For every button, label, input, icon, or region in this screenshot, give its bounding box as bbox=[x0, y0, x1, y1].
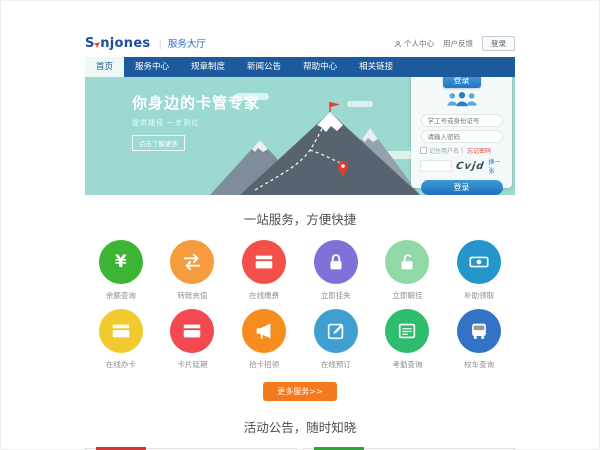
bus-icon bbox=[457, 309, 501, 353]
hero-cta-button[interactable]: 点击了解更多 bbox=[132, 135, 185, 151]
service-item-apply-card[interactable]: 在线办卡 bbox=[85, 309, 157, 370]
services-title: 一站服务，方便快捷 bbox=[85, 209, 515, 228]
banknote-icon bbox=[457, 240, 501, 284]
main-nav: 首页 服务中心 规章制度 新闻公告 帮助中心 相关链接 bbox=[85, 57, 515, 77]
service-item-report-loss[interactable]: 立即挂失 bbox=[300, 240, 372, 301]
captcha-image[interactable]: Cvjd bbox=[455, 161, 485, 172]
left-ribbon-tab[interactable]: 使用指南 bbox=[96, 447, 146, 450]
person-icon bbox=[394, 40, 402, 48]
services-section: 一站服务，方便快捷 ¥ 余额查询 转账充值 在线缴费 bbox=[85, 195, 515, 401]
nav-item-home[interactable]: 首页 bbox=[85, 57, 124, 77]
user-feedback-link[interactable]: 用户反馈 bbox=[443, 38, 473, 49]
login-panel: 登录 记住用户名 | 忘记密码 bbox=[411, 77, 512, 188]
login-tab[interactable]: 登录 bbox=[443, 77, 481, 88]
header: S ➤ njones | 服务大厅 个人中心 用户反馈 登录 bbox=[85, 30, 515, 57]
clipboard-icon bbox=[385, 309, 429, 353]
yen-icon: ¥ bbox=[99, 240, 143, 284]
service-item-found-card[interactable]: 拾卡招领 bbox=[228, 309, 300, 370]
personal-center-link[interactable]: 个人中心 bbox=[394, 38, 434, 49]
services-grid: ¥ 余额查询 转账充值 在线缴费 bbox=[85, 240, 515, 370]
user-feedback-label: 用户反馈 bbox=[443, 38, 473, 49]
card-icon bbox=[99, 309, 143, 353]
announcements-title: 活动公告，随时知晓 bbox=[85, 417, 515, 436]
service-item-card-extension[interactable]: 卡片延期 bbox=[157, 309, 229, 370]
nav-item-help[interactable]: 帮助中心 bbox=[292, 57, 348, 77]
announcements-section: 活动公告，随时知晓 使用指南 最新公告 更多>> 使用指南 更多>> bbox=[85, 417, 515, 450]
remember-label: 记住用户名 bbox=[429, 146, 459, 155]
transfer-icon bbox=[170, 240, 214, 284]
card-icon bbox=[170, 309, 214, 353]
service-item-school-bus[interactable]: 校车查询 bbox=[443, 309, 515, 370]
users-icon bbox=[411, 91, 512, 111]
service-item-attendance[interactable]: 考勤查询 bbox=[372, 309, 444, 370]
nav-item-news[interactable]: 新闻公告 bbox=[236, 57, 292, 77]
forgot-password-link[interactable]: 忘记密码 bbox=[467, 146, 491, 155]
captcha-refresh-link[interactable]: 换一张 bbox=[488, 157, 503, 175]
site-container: S ➤ njones | 服务大厅 个人中心 用户反馈 登录 首页 服务中心 bbox=[85, 30, 515, 450]
header-login-button[interactable]: 登录 bbox=[482, 36, 515, 51]
red-flag-icon bbox=[330, 102, 340, 112]
lock-icon bbox=[314, 240, 358, 284]
service-item-balance[interactable]: ¥ 余额查询 bbox=[85, 240, 157, 301]
login-submit-button[interactable]: 登录 bbox=[421, 180, 503, 195]
password-input[interactable] bbox=[421, 130, 503, 143]
nav-item-links[interactable]: 相关链接 bbox=[348, 57, 404, 77]
hero-subtitle: 提供捷径 一步到位 bbox=[132, 118, 260, 128]
login-options-row: 记住用户名 | 忘记密码 bbox=[420, 146, 503, 155]
personal-center-label: 个人中心 bbox=[404, 38, 434, 49]
logo-divider: | bbox=[158, 39, 161, 50]
site-name: 服务大厅 bbox=[168, 36, 206, 50]
unlock-icon bbox=[385, 240, 429, 284]
service-item-pay[interactable]: 在线缴费 bbox=[228, 240, 300, 301]
logo-text-part2: njones bbox=[100, 36, 150, 51]
more-services-button[interactable]: 更多服务>> bbox=[263, 382, 337, 401]
hero-title: 你身边的卡管专家 bbox=[132, 92, 260, 113]
service-item-transfer[interactable]: 转账充值 bbox=[157, 240, 229, 301]
header-right: 个人中心 用户反馈 登录 bbox=[394, 36, 515, 51]
captcha-input[interactable] bbox=[420, 160, 452, 172]
hero-banner: 你身边的卡管专家 提供捷径 一步到位 点击了解更多 bbox=[85, 77, 515, 195]
hero-copy: 你身边的卡管专家 提供捷径 一步到位 点击了解更多 bbox=[132, 92, 260, 151]
remember-checkbox[interactable] bbox=[420, 147, 427, 154]
site-logo[interactable]: S ➤ njones | 服务大厅 bbox=[85, 36, 206, 51]
nav-item-rules[interactable]: 规章制度 bbox=[180, 57, 236, 77]
nav-item-service-center[interactable]: 服务中心 bbox=[124, 57, 180, 77]
service-item-subsidy[interactable]: 补助领取 bbox=[443, 240, 515, 301]
username-input[interactable] bbox=[421, 114, 503, 127]
options-divider: | bbox=[461, 147, 463, 154]
page: S ➤ njones | 服务大厅 个人中心 用户反馈 登录 首页 服务中心 bbox=[0, 0, 600, 450]
service-item-unfreeze[interactable]: 立即解挂 bbox=[372, 240, 444, 301]
captcha-row: Cvjd 换一张 bbox=[420, 157, 503, 175]
megaphone-icon bbox=[242, 309, 286, 353]
card-icon bbox=[242, 240, 286, 284]
service-item-booking[interactable]: 在线预订 bbox=[300, 309, 372, 370]
right-ribbon-tab[interactable]: 使用指南 bbox=[314, 447, 364, 450]
edit-icon bbox=[314, 309, 358, 353]
